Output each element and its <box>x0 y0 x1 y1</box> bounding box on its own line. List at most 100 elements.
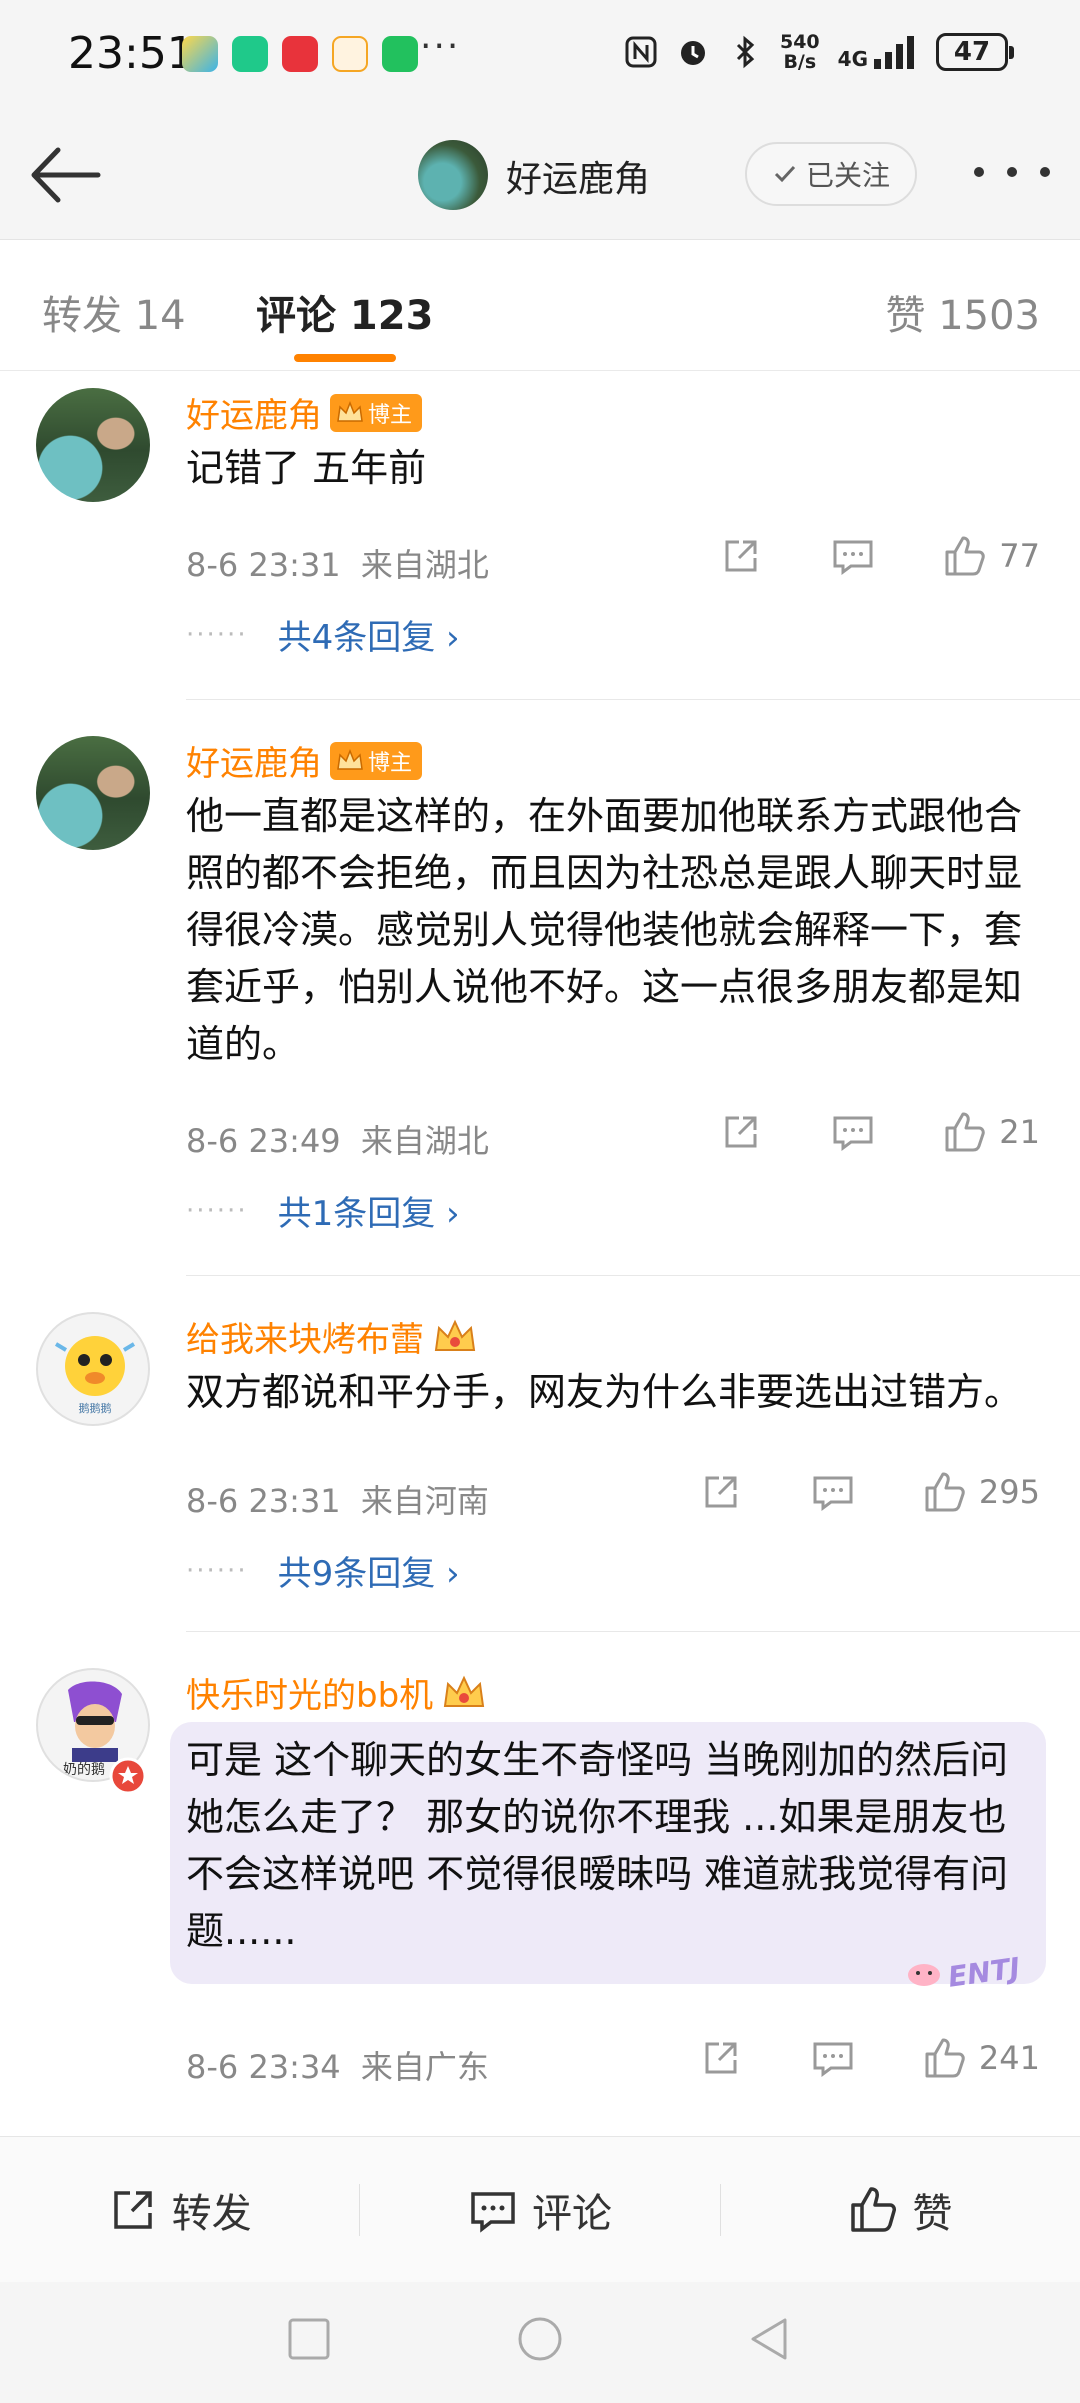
recents-icon[interactable] <box>284 2314 334 2364</box>
comment-author[interactable]: 给我来块烤布蕾 <box>186 1312 478 1361</box>
signal-group: 4G <box>838 35 918 69</box>
like-action[interactable]: 21 <box>943 1110 1040 1154</box>
replies-dots: ······ <box>186 619 248 650</box>
nfc-icon <box>625 36 657 68</box>
comment-item: 好运鹿角 博主 记错了 五年前 8-6 23:31 来自湖北 77 ······… <box>0 370 1080 700</box>
like-button[interactable]: 赞 <box>721 2137 1080 2282</box>
more-notifications-icon: ··· <box>420 26 461 67</box>
verified-badge-icon <box>109 1757 147 1795</box>
weibo-app-icon <box>332 36 368 72</box>
share-icon[interactable] <box>699 2036 743 2080</box>
net-speed-value: 540 <box>779 31 820 53</box>
comment-text: 双方都说和平分手，网友为什么非要选出过错方。 <box>186 1370 1023 1414</box>
view-replies-link[interactable]: 共4条回复 › <box>278 610 460 659</box>
comment-item: 奶的鹅 快乐时光的bb机 可是 这个聊天的女生不奇怪吗 当晚刚加的然后问她怎么走… <box>0 1632 1080 2136</box>
replies-row[interactable]: ······ 共1条回复 › <box>186 1186 460 1235</box>
header-avatar[interactable] <box>418 140 488 210</box>
status-app-icons <box>182 36 418 72</box>
avatar[interactable] <box>36 736 150 850</box>
like-count: 21 <box>999 1113 1040 1151</box>
status-right-icons: 540 B/s 4G 47 <box>624 31 1014 73</box>
active-tab-indicator <box>294 354 396 362</box>
comment-button[interactable]: 评论 <box>360 2137 719 2282</box>
comment-author[interactable]: 快乐时光的bb机 <box>186 1668 487 1717</box>
comment-meta: 8-6 23:31 来自河南 <box>186 1476 489 1522</box>
crown-icon <box>337 748 363 770</box>
tab-bar: 转发 14 评论 123 赞 1503 <box>0 241 1080 371</box>
like-icon <box>945 1112 986 1152</box>
comment-actions: 295 <box>699 1470 1040 1514</box>
cartoon-avatar-icon: 鹅鹅鹅 <box>54 1336 136 1415</box>
blogger-badge: 博主 <box>330 741 423 780</box>
like-count: 77 <box>999 537 1040 575</box>
like-icon <box>945 536 986 576</box>
check-icon <box>774 165 796 183</box>
comment-label: 评论 <box>531 2190 612 2237</box>
badge-label: 博主 <box>368 402 413 428</box>
share-icon[interactable] <box>699 1470 743 1514</box>
comment-location: 来自湖北 <box>360 1122 489 1160</box>
avatar-caption: 鹅鹅鹅 <box>79 1401 112 1415</box>
author-name[interactable]: 好运鹿角 <box>186 736 322 785</box>
comment-item: 好运鹿角 博主 他一直都是这样的，在外面要加他联系方式跟他合照的都不会拒绝，而且… <box>0 700 1080 1276</box>
author-name[interactable]: 好运鹿角 <box>186 388 322 437</box>
comment-icon[interactable] <box>811 1470 855 1514</box>
comment-actions: 77 <box>719 534 1040 578</box>
comment-author[interactable]: 好运鹿角 博主 <box>186 388 423 437</box>
like-count: 295 <box>978 1473 1040 1511</box>
comment-text: 可是 这个聊天的女生不奇怪吗 当晚刚加的然后问她怎么走了？ 那女的说你不理我 .… <box>186 1738 1009 1953</box>
follow-button[interactable]: 已关注 <box>745 142 917 206</box>
more-menu-button[interactable] <box>974 152 1050 192</box>
comment-text: 记错了 五年前 <box>186 446 427 490</box>
wechat-app-icon <box>382 36 418 72</box>
like-action[interactable]: 77 <box>943 534 1040 578</box>
view-replies-link[interactable]: 共9条回复 › <box>278 1546 460 1595</box>
crown-icon <box>337 400 363 422</box>
comment-location: 来自河南 <box>360 1482 489 1520</box>
badge-label: 博主 <box>368 750 413 776</box>
comment-icon[interactable] <box>831 534 875 578</box>
comment-item: 鹅鹅鹅 给我来块烤布蕾 双方都说和平分手，网友为什么非要选出过错方。 8-6 2… <box>0 1276 1080 1632</box>
huawei-app-icon <box>282 36 318 72</box>
comment-icon[interactable] <box>831 1110 875 1154</box>
avatar[interactable] <box>36 388 150 502</box>
forward-button[interactable]: 转发 <box>0 2137 359 2282</box>
bluetooth-icon <box>736 35 755 69</box>
share-icon[interactable] <box>719 534 763 578</box>
author-name[interactable]: 快乐时光的bb机 <box>186 1668 433 1717</box>
header-title[interactable]: 好运鹿角 <box>506 150 650 202</box>
page-header: 好运鹿角 已关注 <box>0 110 1080 240</box>
comment-actions: 21 <box>719 1110 1040 1154</box>
net-speed-unit: B/s <box>783 51 817 73</box>
replies-dots: ······ <box>186 1555 248 1586</box>
like-action[interactable]: 241 <box>923 2036 1040 2080</box>
forward-label: 转发 <box>171 2190 252 2237</box>
home-icon[interactable] <box>515 2314 565 2364</box>
like-action[interactable]: 295 <box>923 1470 1040 1514</box>
back-arrow-icon[interactable] <box>26 140 106 210</box>
comment-icon[interactable] <box>811 2036 855 2080</box>
follow-label: 已关注 <box>805 159 890 192</box>
bottom-toolbar: 转发 评论 赞 <box>0 2136 1080 2282</box>
replies-dots: ······ <box>186 1195 248 1226</box>
replies-row[interactable]: ······ 共4条回复 › <box>186 610 460 659</box>
comment-actions: 241 <box>699 2036 1040 2080</box>
avatar-caption: 奶的鹅 <box>63 1761 105 1778</box>
share-icon[interactable] <box>719 1110 763 1154</box>
tab-comments[interactable]: 评论 123 <box>256 283 433 341</box>
replies-row[interactable]: ······ 共9条回复 › <box>186 1546 460 1595</box>
tab-forward[interactable]: 转发 14 <box>42 283 186 341</box>
comment-meta: 8-6 23:34 来自广东 <box>186 2042 489 2088</box>
comment-icon <box>471 2191 515 2233</box>
tab-likes[interactable]: 赞 1503 <box>885 283 1040 341</box>
view-replies-link[interactable]: 共1条回复 › <box>278 1186 460 1235</box>
back-icon[interactable] <box>745 2314 795 2364</box>
comment-author[interactable]: 好运鹿角 博主 <box>186 736 423 785</box>
comment-time: 8-6 23:31 <box>186 546 341 584</box>
comment-location: 来自湖北 <box>360 546 489 584</box>
share-icon <box>113 2190 152 2229</box>
author-name[interactable]: 给我来块烤布蕾 <box>186 1312 424 1361</box>
comment-meta: 8-6 23:49 来自湖北 <box>186 1116 489 1162</box>
avatar[interactable]: 鹅鹅鹅 <box>36 1312 150 1426</box>
sports-app-icon <box>232 36 268 72</box>
